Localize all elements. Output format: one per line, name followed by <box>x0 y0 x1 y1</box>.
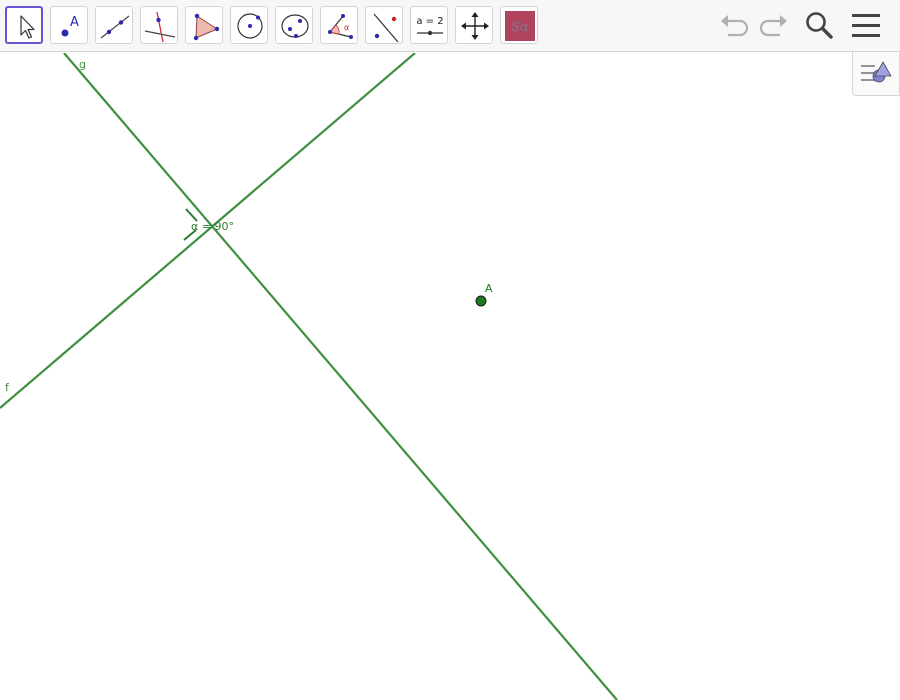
graphics-view[interactable]: g f α = 90° A <box>0 53 900 700</box>
line-tool-button[interactable] <box>95 6 133 44</box>
slider-tool-label: a = 2 <box>416 16 443 27</box>
circle-tool-button[interactable] <box>230 6 268 44</box>
reflect-about-line-icon <box>373 13 399 43</box>
circle-icon <box>237 13 263 39</box>
line-icon <box>100 15 130 39</box>
cursor-arrow-icon <box>20 15 35 39</box>
point-tool-button[interactable]: A <box>50 6 88 44</box>
redo-icon <box>759 15 787 37</box>
angle-tool-button[interactable]: α <box>320 6 358 44</box>
move-graphics-view-tool-button[interactable] <box>455 6 493 44</box>
move-arrows-icon <box>461 12 489 40</box>
line-g[interactable] <box>63 53 618 700</box>
angle-label: α = 90° <box>191 220 234 233</box>
line-g-label: g <box>79 58 86 71</box>
line-f-label: f <box>5 381 10 394</box>
search-button[interactable] <box>800 6 838 44</box>
conic-tool-button[interactable] <box>275 6 313 44</box>
point-icon: A <box>61 15 79 37</box>
move-tool-button[interactable] <box>5 6 43 44</box>
point-a[interactable] <box>475 295 487 307</box>
redo-button[interactable] <box>754 6 792 44</box>
perpendicular-line-icon <box>144 11 176 43</box>
main-menu-button[interactable] <box>847 6 885 44</box>
polygon-tool-button[interactable] <box>185 6 223 44</box>
slider-icon: a = 2 <box>416 16 444 36</box>
custom-tool-label: Sα <box>511 20 529 35</box>
line-g-stroke[interactable] <box>63 53 618 700</box>
graphics-canvas[interactable]: g f α = 90° A <box>0 53 900 700</box>
custom-tool-button[interactable]: Sα <box>500 6 538 44</box>
custom-tool-icon: Sα <box>505 11 535 41</box>
angle-tool-label: α <box>344 23 349 32</box>
ellipse-icon <box>281 14 309 38</box>
hamburger-menu-icon <box>852 14 880 37</box>
polygon-icon <box>193 13 220 41</box>
perpendicular-line-tool-button[interactable] <box>140 6 178 44</box>
undo-button[interactable] <box>716 6 754 44</box>
undo-icon <box>721 15 749 37</box>
toolbar: A α a = 2 Sα <box>0 0 900 52</box>
reflect-tool-button[interactable] <box>365 6 403 44</box>
slider-tool-button[interactable]: a = 2 <box>410 6 448 44</box>
search-icon <box>806 12 833 39</box>
point-a-label: A <box>485 282 493 295</box>
angle-icon: α <box>328 14 353 39</box>
point-tool-label: A <box>70 15 79 30</box>
